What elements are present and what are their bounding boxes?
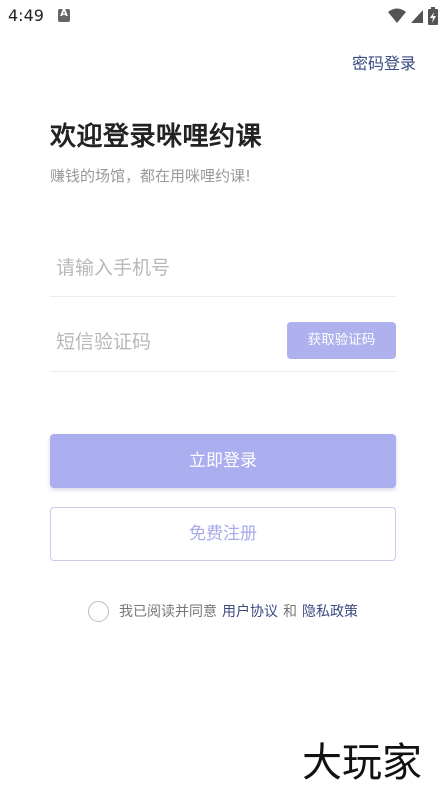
register-button[interactable]: 免费注册 [50, 507, 396, 561]
user-agreement-link[interactable]: 用户协议 [222, 601, 278, 621]
agreement-prefix: 我已阅读并同意 [119, 604, 217, 620]
signal-icon [411, 10, 423, 23]
battery-charging-icon [428, 7, 438, 25]
svg-text:大玩家: 大玩家 [302, 740, 422, 782]
privacy-policy-link[interactable]: 隐私政策 [302, 601, 358, 621]
get-code-button[interactable]: 获取验证码 [287, 322, 396, 359]
phone-input[interactable] [54, 252, 278, 284]
agreement-row: 我已阅读并同意 用户协议 和 隐私政策 [88, 600, 363, 622]
agreement-and: 和 [283, 604, 297, 620]
page-subtitle: 赚钱的场馆，都在用咪哩约课! [50, 167, 252, 185]
sms-code-field: 获取验证码 [50, 314, 396, 372]
sms-code-input[interactable] [54, 326, 278, 358]
status-icons [388, 7, 438, 25]
watermark-logo: 大玩家 [302, 740, 422, 782]
status-time: 4:49 [8, 6, 44, 25]
status-bar: 4:49 A [0, 0, 446, 32]
wifi-icon [388, 8, 406, 23]
login-button[interactable]: 立即登录 [50, 434, 396, 488]
page-title: 欢迎登录咪哩约课 [50, 122, 263, 152]
agree-checkbox[interactable] [88, 600, 109, 622]
notification-a-icon: A [58, 8, 70, 22]
password-login-link[interactable]: 密码登录 [352, 50, 416, 74]
phone-field [50, 240, 396, 297]
